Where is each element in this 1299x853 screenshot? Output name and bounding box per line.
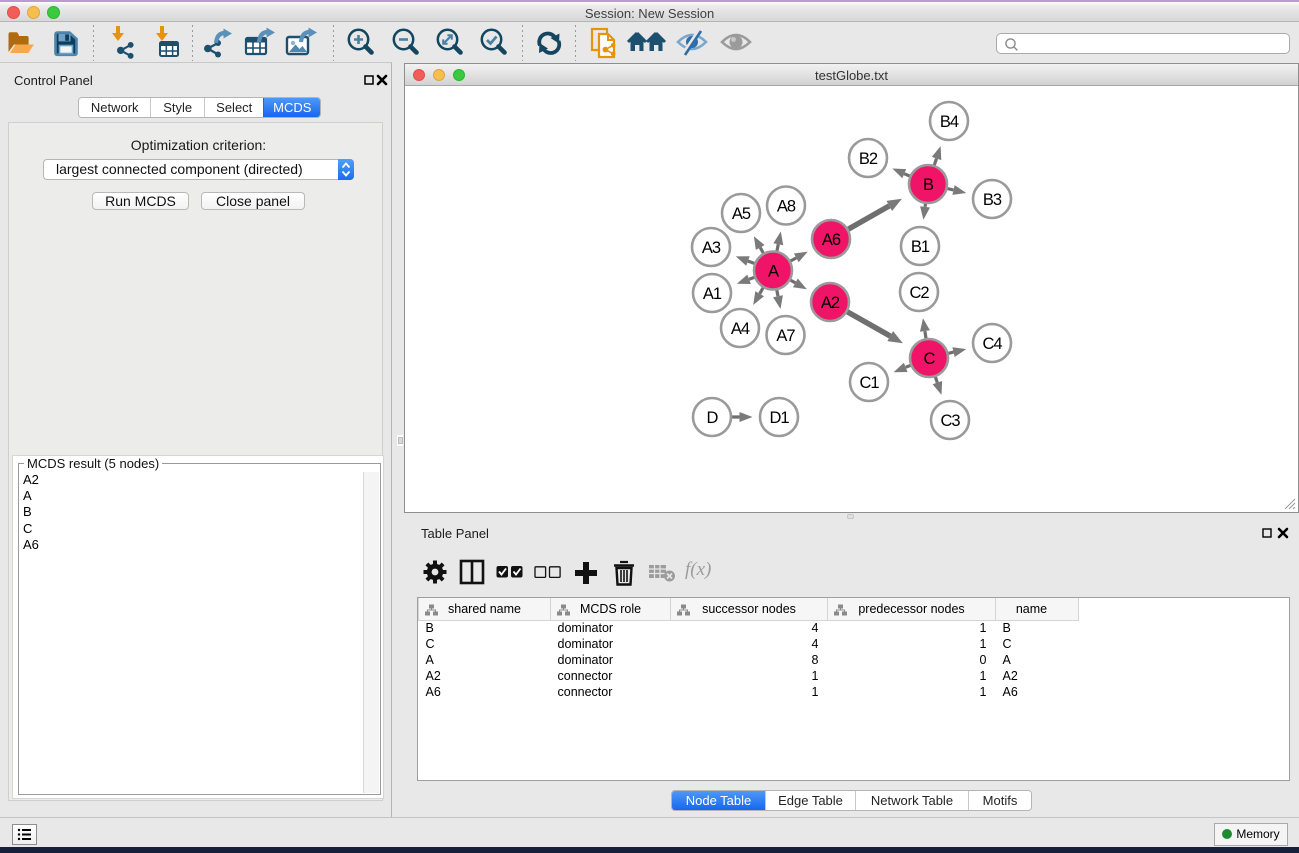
svg-text:C3: C3 (940, 412, 960, 430)
svg-text:B4: B4 (940, 113, 959, 131)
svg-text:B3: B3 (983, 191, 1002, 209)
svg-text:D1: D1 (769, 409, 789, 427)
svg-text:D: D (707, 409, 719, 427)
svg-text:C: C (924, 350, 936, 368)
svg-text:A3: A3 (702, 239, 721, 257)
svg-text:C1: C1 (859, 374, 879, 392)
svg-text:A4: A4 (731, 320, 750, 338)
svg-text:A6: A6 (822, 231, 841, 249)
svg-text:C4: C4 (982, 335, 1002, 353)
svg-text:B: B (923, 176, 934, 194)
svg-text:B2: B2 (859, 150, 878, 168)
svg-text:A1: A1 (703, 285, 722, 303)
svg-text:A8: A8 (777, 197, 796, 215)
svg-text:A7: A7 (776, 327, 795, 345)
svg-text:B1: B1 (911, 238, 930, 256)
svg-text:C2: C2 (909, 284, 929, 302)
svg-text:A2: A2 (821, 294, 840, 312)
svg-text:A5: A5 (732, 205, 751, 223)
svg-text:A: A (768, 262, 779, 280)
